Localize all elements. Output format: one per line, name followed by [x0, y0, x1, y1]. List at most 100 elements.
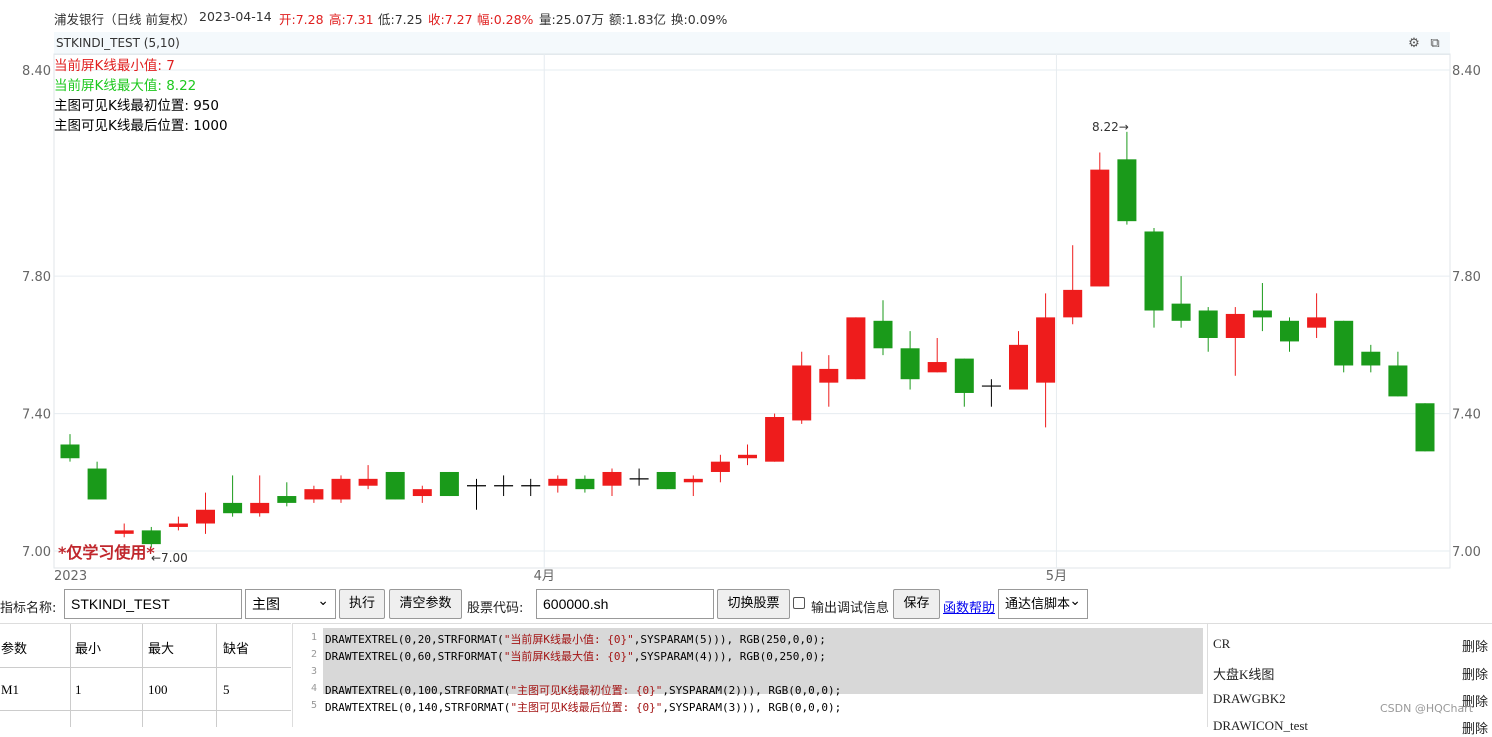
list-item[interactable]: CR 删除 [1213, 636, 1488, 655]
footer-watermark: CSDN @HQChart [1380, 702, 1474, 715]
code-text: DRAWTEXTREL(0,140,STRFORMAT( [325, 701, 511, 714]
line-number: 5 [310, 700, 317, 711]
code-line: DRAWTEXTREL(0,20,STRFORMAT("当前屏K线最小值: {0… [325, 631, 826, 647]
candle-body [900, 348, 920, 380]
line-number: 1 [310, 632, 317, 643]
list-item[interactable]: 大盘K线图 删除 [1213, 664, 1488, 683]
list-item-label: 大盘K线图 [1213, 667, 1275, 682]
candle-body [1388, 365, 1408, 397]
candle-body [223, 502, 243, 514]
candle-body [873, 320, 893, 349]
candle-body [1361, 351, 1381, 366]
y-tick-label-right: 7.80 [1452, 270, 1481, 285]
last-visible-text: 主图可见K线最后位置: 1000 [54, 118, 228, 134]
x-tick-label: 4月 [534, 569, 555, 584]
clear-params-button[interactable]: 清空参数 [389, 589, 462, 619]
line-number: 4 [310, 683, 317, 694]
candle-body [683, 478, 703, 483]
screen-max-text: 当前屏K线最大值: 8.22 [54, 77, 196, 94]
code-text: DRAWTEXTREL(0,100,STRFORMAT( [325, 684, 511, 697]
candle-body [168, 523, 188, 527]
candle-body [738, 454, 757, 459]
debug-label: 输出调试信息 [811, 601, 890, 616]
code-text: DRAWTEXTREL(0,20,STRFORMAT( [325, 633, 504, 646]
candle-body [87, 468, 107, 500]
table-cell[interactable]: M1 [1, 682, 19, 698]
x-axis: 2023 4月 5月 [54, 569, 1067, 584]
table-cell[interactable]: 5 [223, 682, 230, 698]
indicator-name-input[interactable]: STKINDI_TEST [64, 589, 242, 619]
candle-body [1225, 313, 1245, 338]
candle-body [1036, 317, 1056, 383]
x-tick-label: 2023 [54, 569, 87, 584]
window-select[interactable]: 主图 [245, 586, 336, 619]
y-tick-label-right: 7.40 [1452, 408, 1481, 423]
screen-min-text: 当前屏K线最小值: 7 [54, 57, 175, 74]
stock-code-input[interactable]: 600000.sh [536, 589, 714, 619]
candle-body [439, 471, 459, 497]
candle-body [250, 502, 270, 514]
y-tick-label-left: 7.40 [22, 408, 51, 423]
candle-body [846, 317, 866, 380]
candle-body [1090, 169, 1110, 287]
save-button[interactable]: 保存 [893, 589, 940, 619]
table-cell[interactable]: 1 [75, 682, 82, 698]
candle-body [385, 471, 405, 500]
execute-button[interactable]: 执行 [339, 589, 385, 619]
list-item-label: DRAWGBK2 [1213, 691, 1286, 706]
candle-body [304, 489, 324, 500]
script-type-value: 通达信脚本 [1005, 596, 1071, 611]
y-tick-label-left: 7.00 [22, 545, 51, 560]
code-text: ,SYSPARAM(3))), RGB(0,0,0); [662, 701, 842, 714]
candle-body [1171, 303, 1191, 321]
table-cell[interactable]: 100 [148, 682, 168, 698]
window-select-value: 主图 [252, 596, 280, 612]
candle-body [60, 444, 80, 459]
table-header: 最小 [75, 641, 102, 656]
script-type-select[interactable]: 通达信脚本 [998, 586, 1088, 619]
kline-chart[interactable]: 8.40 8.40 7.80 7.80 7.40 7.40 7.00 7.00 2023 4月 5… [0, 0, 1492, 588]
code-string: "主图可见K线最初位置: {0}" [510, 684, 663, 697]
first-visible-text: 主图可见K线最初位置: 950 [54, 97, 219, 114]
candle-body [575, 478, 595, 490]
candle-body [412, 489, 432, 497]
candle-body [1198, 310, 1218, 338]
candle-body [331, 478, 351, 500]
script-editor[interactable]: 1 DRAWTEXTREL(0,20,STRFORMAT("当前屏K线最小值: {… [292, 623, 1208, 727]
candle-body [196, 509, 215, 524]
candle-body [1063, 289, 1083, 318]
candle-body [1144, 231, 1164, 311]
table-header: 参数 [1, 641, 28, 656]
stock-code-label: 股票代码: [467, 601, 524, 616]
candle-body [548, 478, 568, 486]
code-text: ,SYSPARAM(2))), RGB(0,0,0); [662, 684, 842, 697]
code-line: DRAWTEXTREL(0,100,STRFORMAT("主图可见K线最初位置:… [325, 682, 841, 698]
debug-checkbox[interactable] [793, 597, 805, 609]
line-number: 2 [310, 649, 317, 660]
function-help-link[interactable]: 函数帮助 [943, 597, 995, 616]
code-string: "当前屏K线最小值: {0}" [503, 633, 634, 646]
candle-body [1415, 403, 1435, 452]
code-string: "主图可见K线最后位置: {0}" [510, 701, 663, 714]
candle-body [656, 471, 676, 490]
code-line: DRAWTEXTREL(0,60,STRFORMAT("当前屏K线最大值: {0… [325, 648, 826, 664]
line-number: 3 [310, 666, 317, 677]
switch-stock-button[interactable]: 切换股票 [717, 589, 790, 619]
candle-body [927, 362, 947, 373]
delete-link[interactable]: 删除 [1462, 664, 1488, 683]
code-text: DRAWTEXTREL(0,60,STRFORMAT( [325, 650, 504, 663]
delete-link[interactable]: 删除 [1462, 636, 1488, 655]
list-item-label: CR [1213, 636, 1231, 651]
y-tick-label-right: 8.40 [1452, 64, 1481, 79]
candle-body [114, 530, 134, 534]
chart-grid [53, 53, 1451, 569]
table-header: 最大 [148, 641, 175, 656]
candle-body [954, 358, 974, 393]
candle-body [1334, 320, 1354, 366]
chart-frame [53, 53, 1451, 569]
delete-link[interactable]: 删除 [1462, 718, 1488, 737]
candle-body [358, 478, 378, 486]
params-table: 参数 最小 最大 缺省 M1 1 100 5 [0, 623, 291, 727]
candle-body [1117, 159, 1137, 222]
list-item[interactable]: DRAWICON_test 删除 [1213, 718, 1488, 737]
